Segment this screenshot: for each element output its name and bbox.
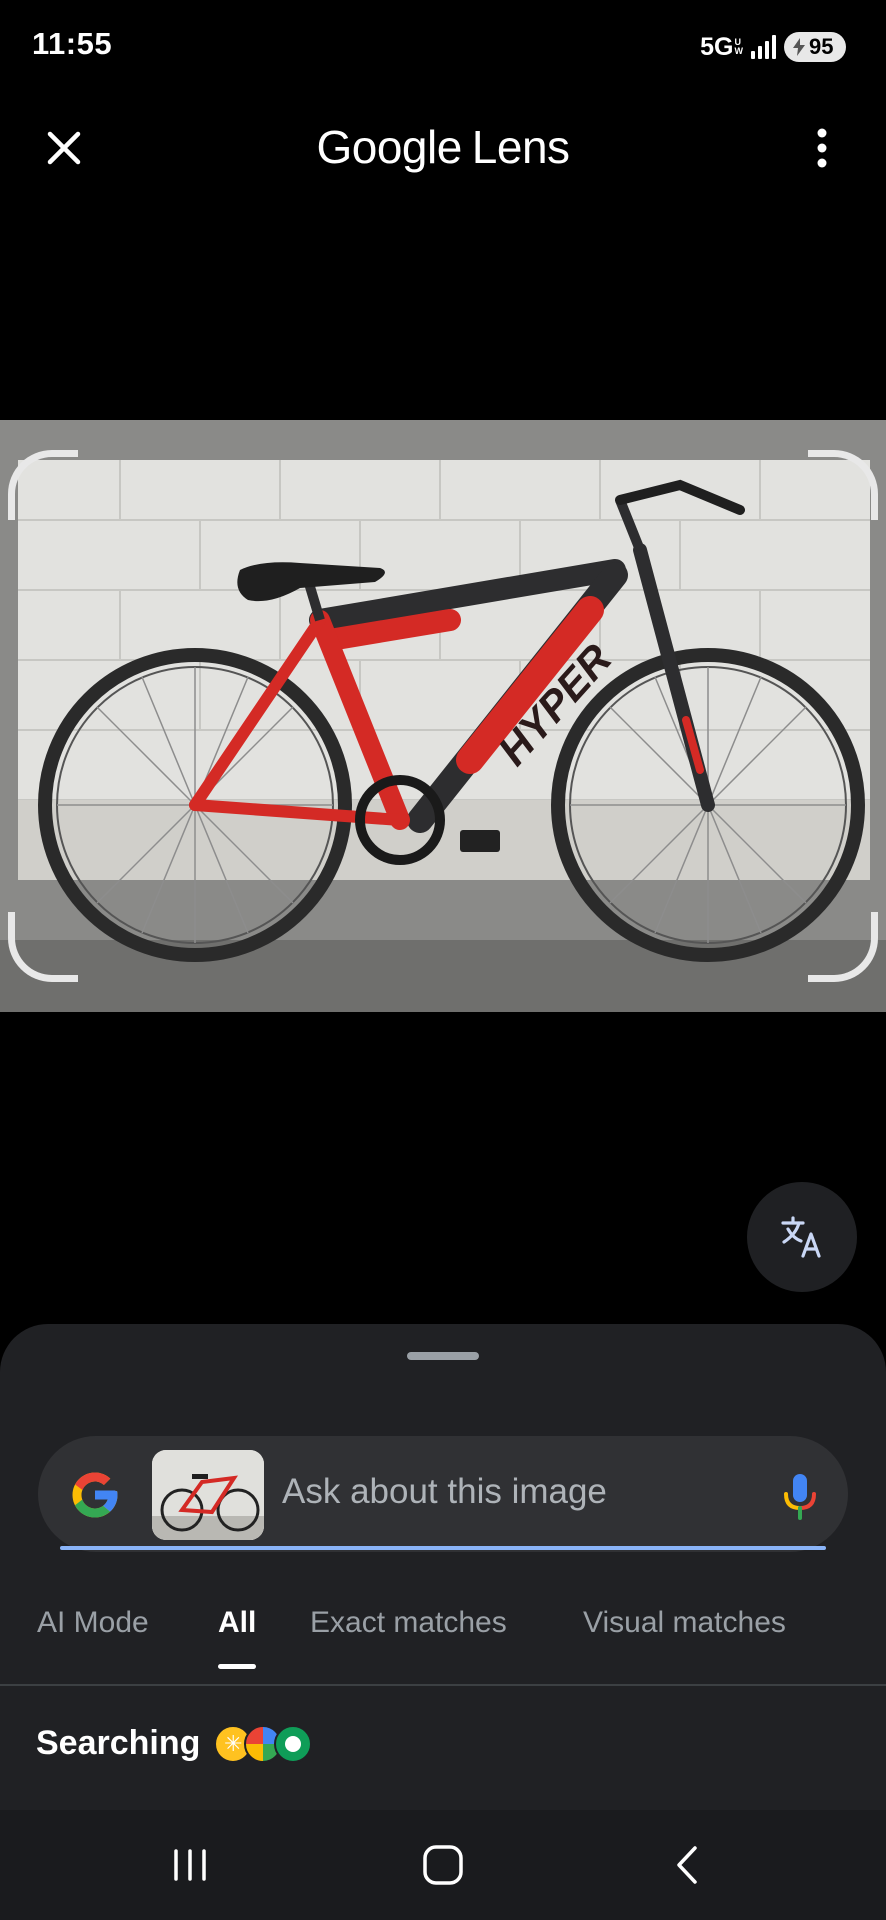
tab-exact-matches[interactable]: Exact matches bbox=[310, 1606, 507, 1640]
brand-google: Google bbox=[316, 121, 462, 173]
translate-button[interactable] bbox=[747, 1182, 857, 1292]
tabs-divider bbox=[0, 1684, 886, 1686]
battery-indicator: 95 bbox=[784, 32, 846, 62]
more-options-button[interactable] bbox=[792, 118, 852, 178]
searching-status: Searching ✳ bbox=[36, 1724, 313, 1763]
source-icons: ✳ bbox=[214, 1724, 313, 1763]
signal-icon bbox=[751, 35, 776, 59]
back-button[interactable] bbox=[627, 1830, 747, 1900]
network-label: 5G bbox=[700, 32, 734, 61]
brand-lens: Lens bbox=[471, 121, 570, 173]
google-lens-logo: Google Lens bbox=[0, 120, 886, 174]
search-bar[interactable]: Ask about this image bbox=[38, 1436, 848, 1552]
status-bar: 11:55 5G U W 95 bbox=[0, 0, 886, 90]
mic-icon[interactable] bbox=[780, 1472, 820, 1522]
result-tabs: AI Mode All Exact matches Visual matches bbox=[0, 1594, 886, 1674]
searching-text: Searching bbox=[36, 1724, 201, 1762]
home-button[interactable] bbox=[383, 1830, 503, 1900]
app-bar: Google Lens bbox=[0, 100, 886, 196]
green-source-icon bbox=[274, 1724, 313, 1763]
recents-icon bbox=[174, 1849, 206, 1881]
more-vert-icon bbox=[817, 128, 827, 168]
image-thumbnail[interactable] bbox=[152, 1450, 264, 1540]
recents-button[interactable] bbox=[130, 1830, 250, 1900]
home-icon bbox=[423, 1845, 463, 1885]
back-icon bbox=[677, 1846, 697, 1884]
charging-icon bbox=[793, 38, 805, 56]
network-indicator: 5G U W bbox=[700, 33, 743, 62]
active-tab-indicator bbox=[218, 1664, 256, 1669]
tab-visual-matches[interactable]: Visual matches bbox=[583, 1606, 786, 1640]
search-input[interactable]: Ask about this image bbox=[282, 1472, 607, 1512]
bicycle-photo: HYPER bbox=[0, 420, 886, 1012]
system-nav-bar bbox=[0, 1810, 886, 1920]
sheet-drag-handle[interactable] bbox=[407, 1352, 479, 1360]
network-sublabel: U W bbox=[734, 37, 744, 56]
status-time: 11:55 bbox=[32, 26, 113, 61]
status-indicators: 5G U W 95 bbox=[700, 30, 846, 64]
tab-ai-mode[interactable]: AI Mode bbox=[37, 1606, 149, 1640]
search-image[interactable]: HYPER bbox=[0, 420, 886, 1012]
search-bar-underline bbox=[60, 1546, 826, 1550]
translate-icon bbox=[781, 1216, 821, 1258]
google-g-icon bbox=[72, 1472, 118, 1518]
battery-level: 95 bbox=[809, 34, 834, 59]
tab-all[interactable]: All bbox=[218, 1606, 256, 1640]
